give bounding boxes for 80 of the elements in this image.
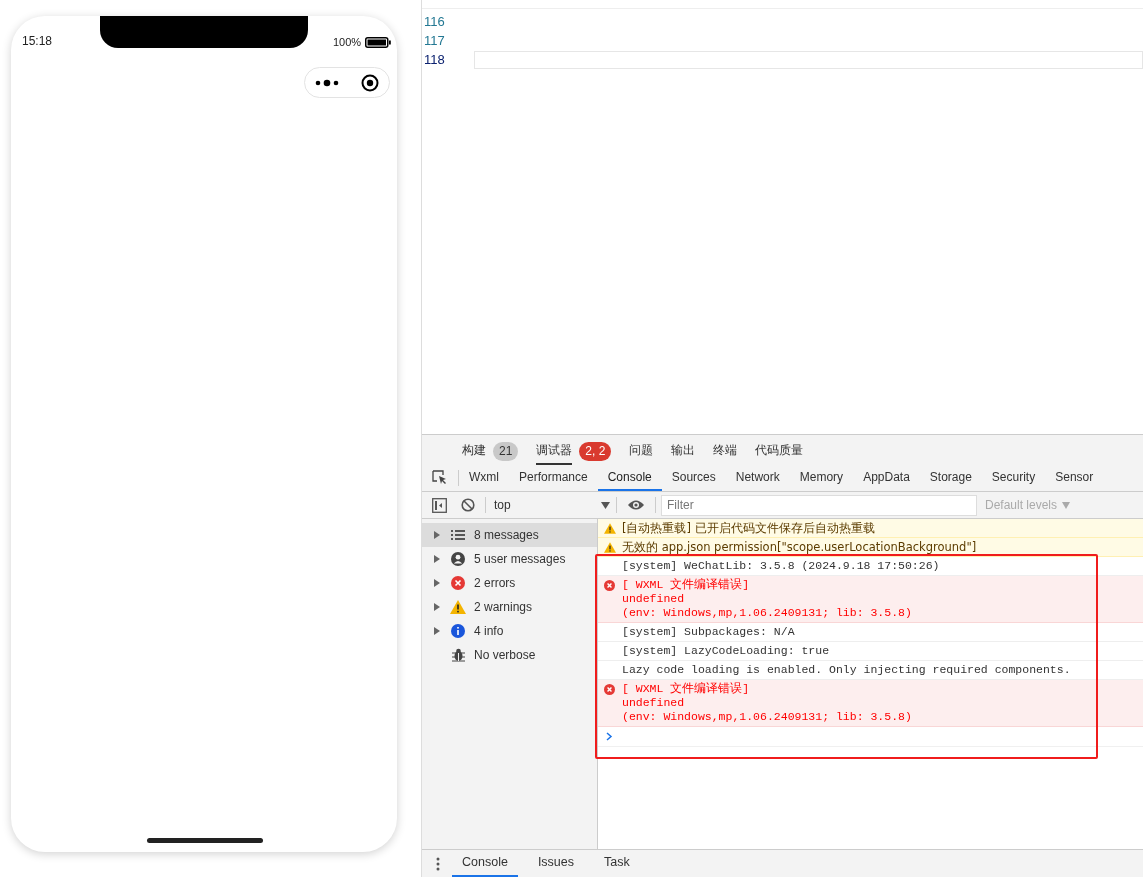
context-dropdown[interactable]: top — [486, 496, 616, 514]
panel-tab[interactable]: 构建 — [462, 438, 486, 465]
sidebar-row[interactable]: 2 warnings — [422, 595, 597, 619]
message-text: [ WXML 文件编译错误] — [622, 682, 751, 696]
sidebar-label: 2 errors — [474, 575, 516, 592]
panel-tab[interactable]: 终端 — [713, 438, 738, 465]
expand-arrow-icon[interactable] — [434, 603, 440, 611]
prompt-chevron-icon — [606, 732, 613, 741]
devtools-tab[interactable]: Performance — [509, 465, 598, 491]
devtools-tab[interactable]: Security — [981, 465, 1046, 491]
panel-tab[interactable]: 输出 — [671, 438, 696, 465]
sidebar-row[interactable]: No verbose — [422, 643, 597, 667]
sidebar-toggle-icon[interactable] — [432, 497, 447, 513]
panel-tab[interactable]: 代码质量 — [755, 438, 804, 465]
devtools-tab[interactable]: Sources — [661, 465, 726, 491]
sidebar-label: 2 warnings — [474, 599, 533, 616]
drawer-tab[interactable]: Console — [452, 850, 518, 877]
warning-icon — [604, 523, 616, 534]
close-target-icon[interactable] — [361, 73, 379, 92]
list-icon — [451, 530, 465, 540]
user-icon — [451, 552, 465, 566]
inspect-icon[interactable] — [432, 470, 448, 486]
expand-arrow-icon[interactable] — [434, 555, 440, 563]
message-text: undefined — [622, 592, 686, 606]
panel-tab[interactable]: 调试器 — [536, 438, 573, 465]
dropdown-caret-icon — [1062, 501, 1071, 509]
battery-icon — [365, 36, 392, 48]
devtools-tab[interactable]: Network — [725, 465, 790, 491]
warning-icon — [604, 542, 616, 553]
dropdown-caret-icon — [601, 501, 610, 509]
capsule-button[interactable] — [304, 67, 390, 98]
more-vertical-icon[interactable] — [436, 856, 440, 871]
clear-console-icon[interactable] — [461, 498, 475, 512]
error-icon — [604, 580, 615, 591]
error-icon — [451, 576, 465, 590]
panel-tab[interactable]: 问题 — [629, 438, 654, 465]
line-number: 118 — [423, 50, 446, 69]
count-badge: 2, 2 — [579, 442, 612, 461]
sidebar-row[interactable]: 2 errors — [422, 571, 597, 595]
expand-arrow-icon[interactable] — [434, 531, 440, 539]
message-text: [system] Subpackages: N/A — [622, 625, 795, 639]
sidebar-label: No verbose — [474, 647, 536, 664]
sidebar-label: 8 messages — [474, 527, 539, 544]
eye-icon[interactable] — [627, 499, 645, 511]
sidebar-row[interactable]: 8 messages — [422, 523, 597, 547]
sidebar-row[interactable]: 5 user messages — [422, 547, 597, 571]
expand-arrow-icon[interactable] — [434, 579, 440, 587]
battery-percent: 100% — [333, 35, 362, 50]
message-text: undefined — [622, 696, 686, 710]
devtools-tab[interactable]: AppData — [853, 465, 920, 491]
expand-arrow-icon[interactable] — [434, 627, 440, 635]
line-number: 117 — [423, 31, 446, 50]
more-icon[interactable] — [315, 78, 339, 87]
bug-icon — [451, 648, 465, 662]
drawer-tab[interactable]: Issues — [527, 850, 584, 877]
devtools-tab[interactable]: Memory — [789, 465, 854, 491]
message-text: [自动热重载] 已开启代码文件保存后自动热重载 — [622, 521, 875, 535]
info-icon — [451, 624, 465, 638]
levels-label: Default levels — [985, 497, 1058, 514]
context-value: top — [494, 497, 511, 514]
status-time: 15:18 — [22, 33, 53, 50]
message-text: (env: Windows,mp,1.06.2409131; lib: 3.5.8) — [622, 606, 912, 620]
message-text: [system] WeChatLib: 3.5.8 (2024.9.18 17:50:26) — [622, 559, 940, 573]
message-text: 无效的 app.json permission["scope.userLocationBackground"] — [622, 540, 977, 554]
devtools-tab[interactable]: Storage — [919, 465, 982, 491]
devtools-tab[interactable]: Wxml — [459, 465, 509, 491]
message-text: [ WXML 文件编译错误] — [622, 578, 751, 592]
message-text: Lazy code loading is enabled. Only injecting required components. — [622, 663, 1071, 677]
message-text: (env: Windows,mp,1.06.2409131; lib: 3.5.8) — [622, 710, 912, 724]
line-number: 116 — [423, 12, 446, 31]
devtools-tab[interactable]: Sensor — [1045, 465, 1104, 491]
message-text: [system] LazyCodeLoading: true — [622, 644, 830, 658]
count-badge: 21 — [493, 442, 519, 461]
sidebar-label: 4 info — [474, 623, 504, 640]
sidebar-row[interactable]: 4 info — [422, 619, 597, 643]
sidebar-label: 5 user messages — [474, 551, 566, 568]
drawer-tab[interactable]: Task — [594, 850, 640, 877]
filter-field[interactable]: Filter — [661, 494, 977, 516]
warning-icon — [450, 600, 466, 614]
error-icon — [604, 684, 615, 695]
